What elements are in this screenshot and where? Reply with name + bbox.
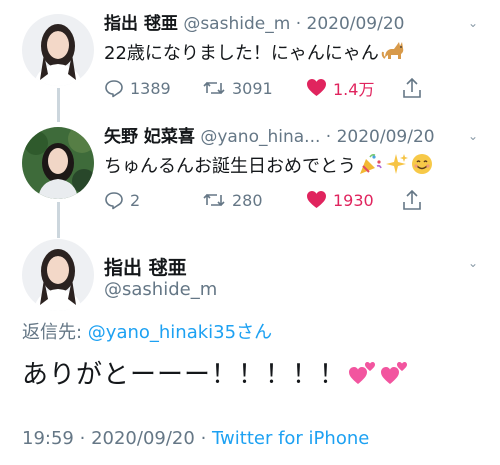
tweet-source-link[interactable]: Twitter for iPhone [212, 428, 369, 449]
sparkles-icon [384, 153, 408, 182]
avatar[interactable] [22, 127, 94, 199]
tweet-text: 22歳になりました！にゃんにゃん [104, 40, 407, 69]
reply-to-link[interactable]: @yano_hinaki35さん [88, 322, 272, 343]
avatar[interactable] [22, 239, 94, 311]
two-hearts-icon [348, 358, 378, 395]
retweet-count: 3091 [232, 78, 273, 98]
tweet-header: 矢野 妃菜喜 @yano_hina... · 2020/09/20 [104, 126, 435, 148]
author-name[interactable]: 矢野 妃菜喜 [104, 127, 195, 147]
reply-icon [105, 80, 123, 98]
thread-line [57, 202, 60, 238]
tweet-text: ちゅんるんお誕生日おめでとう [104, 153, 434, 182]
avatar[interactable] [22, 14, 94, 86]
reply-button[interactable]: 1389 [104, 78, 202, 98]
author-handle[interactable]: @yano_hina... [200, 127, 320, 147]
chevron-down-icon[interactable]: ⌄ [468, 129, 478, 143]
cat-icon [381, 40, 407, 69]
reply-count: 2 [130, 190, 141, 210]
retweet-icon [203, 193, 225, 207]
reply-prefix: 返信先: [22, 322, 88, 343]
author-handle[interactable]: @sashide_m [104, 279, 217, 300]
share-icon [403, 77, 421, 98]
retweet-icon [203, 81, 225, 95]
retweet-count: 280 [232, 190, 263, 210]
like-button[interactable]: 1930 [306, 190, 402, 210]
tweet-text: ありがとーーー！！！！！ [22, 358, 410, 395]
smiling-face-icon [410, 153, 434, 182]
author-handle[interactable]: @sashide_m [183, 14, 290, 34]
tweet-actions: 1389 3091 1.4万 [104, 76, 428, 100]
retweet-button[interactable]: 280 [202, 190, 306, 210]
reply-button[interactable]: 2 [104, 190, 202, 210]
tweet-actions: 2 280 1930 [104, 189, 428, 211]
separator-dot: · [200, 428, 207, 449]
separator-dot: · [295, 14, 302, 34]
reply-count: 1389 [130, 78, 171, 98]
tweet-time[interactable]: 19:59 [22, 428, 74, 449]
tweet-meta: 19:59 · 2020/09/20 · Twitter for iPhone [22, 428, 369, 449]
retweet-button[interactable]: 3091 [202, 78, 306, 98]
author-name[interactable]: 指出 毬亜 [104, 253, 187, 280]
thread-line [57, 88, 60, 122]
party-popper-icon [358, 153, 382, 182]
separator-dot: · [79, 428, 86, 449]
reply-to-line: 返信先: @yano_hinaki35さん [22, 318, 272, 344]
like-button[interactable]: 1.4万 [306, 76, 402, 100]
author-name[interactable]: 指出 毬亜 [104, 14, 178, 34]
share-button[interactable] [402, 189, 428, 211]
chevron-down-icon[interactable]: ⌄ [468, 16, 478, 30]
two-hearts-icon [380, 358, 410, 395]
tweet-date[interactable]: 2020/09/20 [91, 428, 195, 449]
heart-icon [307, 79, 326, 96]
chevron-down-icon[interactable]: ⌄ [468, 256, 478, 270]
tweet-date[interactable]: 2020/09/20 [307, 14, 405, 34]
share-icon [403, 189, 421, 210]
reply-icon [105, 192, 123, 210]
heart-icon [307, 191, 326, 208]
tweet-date[interactable]: 2020/09/20 [337, 127, 435, 147]
like-count: 1.4万 [333, 80, 375, 99]
separator-dot: · [325, 127, 332, 147]
share-button[interactable] [402, 77, 428, 99]
like-count: 1930 [333, 190, 374, 210]
tweet-header: 指出 毬亜 @sashide_m · 2020/09/20 [104, 13, 404, 35]
